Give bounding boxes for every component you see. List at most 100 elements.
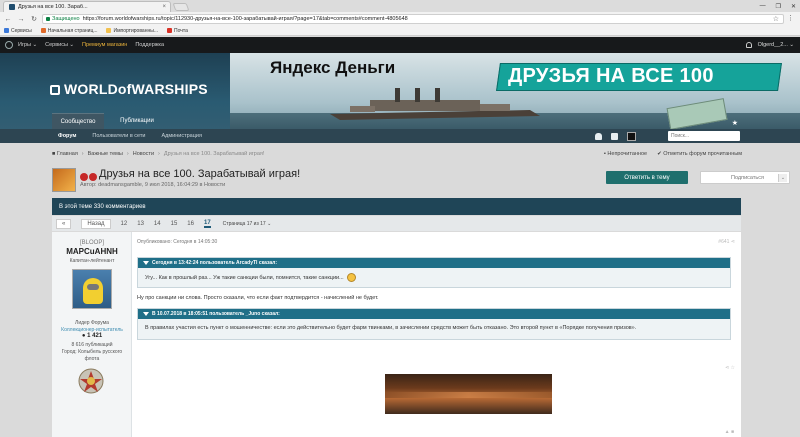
quote-header[interactable]: Сегодня в 13:42:24 пользователь ArcadyTI…: [138, 258, 730, 268]
follow-button[interactable]: Подписаться ⌄: [700, 171, 790, 184]
world-of-warships-logo[interactable]: WORLDofWARSHIPS: [50, 81, 208, 97]
url-input[interactable]: Защищено https://forum.worldofwarships.r…: [42, 14, 784, 24]
goggle-illustration: [87, 284, 99, 290]
post-share-link[interactable]: #641 ⋖: [718, 239, 735, 245]
topic-author-avatar[interactable]: [52, 168, 76, 192]
nav-administration[interactable]: Администрация: [162, 133, 202, 139]
bookmark-imported[interactable]: Импортированны...: [106, 28, 158, 34]
bookmark-start-page[interactable]: Начальная страниц...: [40, 27, 98, 34]
post-content: Опубликовано: Сегодня в 14:05:30 #641 ⋖ …: [137, 232, 737, 437]
minion-illustration: [83, 278, 103, 304]
page-link[interactable]: 15: [171, 221, 178, 227]
page-link[interactable]: 13: [137, 221, 144, 227]
new-tab-button[interactable]: [172, 3, 190, 11]
page-icon: [40, 28, 46, 33]
quote-text: В правилах участия есть пункт о мошеннич…: [138, 319, 730, 339]
forward-icon[interactable]: →: [16, 16, 26, 23]
apps-icon: [4, 28, 9, 33]
first-page-button[interactable]: «: [56, 218, 72, 229]
bookmark-services[interactable]: Сервисы: [4, 28, 32, 34]
unread-label: Непрочитанное: [607, 151, 648, 157]
page-link[interactable]: 14: [154, 221, 161, 227]
bookmarks-bar: Сервисы Начальная страниц... Импортирова…: [0, 26, 800, 36]
comments-count-bar: В этой теме 330 комментариев: [52, 198, 741, 215]
chevron-down-icon[interactable]: ⌄: [778, 174, 787, 182]
user-area: Olgerd__2... ⌄: [745, 37, 794, 53]
bell-icon[interactable]: [745, 42, 752, 48]
topic-header: Друзья на все 100. Зарабатывай играя! Ав…: [52, 166, 790, 194]
tab-publications[interactable]: Публикации: [104, 113, 170, 129]
reload-icon[interactable]: ↻: [29, 15, 39, 23]
minimize-icon[interactable]: —: [760, 3, 766, 9]
browser-menu-icon[interactable]: ⋮: [787, 14, 794, 22]
bookmark-label: Сервисы: [11, 27, 32, 34]
messages-icon[interactable]: [611, 133, 618, 140]
bookmark-label: Импортированны...: [113, 27, 158, 34]
address-bar: ← → ↻ Защищено https://forum.worldofwars…: [0, 12, 800, 26]
page-link-current[interactable]: 17: [203, 220, 211, 228]
user-menu[interactable]: Olgerd__2... ⌄: [758, 42, 794, 48]
wargaming-logo-icon[interactable]: [5, 41, 13, 49]
menu-premium-shop[interactable]: Премиум магазин: [82, 42, 127, 48]
yandex-money-logo: Яндекс Деньги: [270, 58, 396, 77]
page-link[interactable]: 16: [187, 221, 194, 227]
quote-body: В правилах участия есть пункт о мошеннич…: [145, 325, 637, 331]
page-select[interactable]: Страница 17 из 17 ⌄: [223, 221, 272, 227]
user-avatar[interactable]: [627, 132, 636, 141]
breadcrumb-separator: ›: [158, 151, 160, 157]
slogan-text: ДРУЗЬЯ НА ВСЕ 100: [508, 65, 714, 87]
back-icon[interactable]: ←: [3, 16, 13, 23]
secure-indicator[interactable]: Защищено: [46, 16, 80, 22]
author-group: Лидер Форума: [75, 320, 109, 326]
site-topbar: Игры ⌄ Сервисы ⌄ Премиум магазин Поддерж…: [0, 37, 800, 53]
quote-body: Угу... Как в прошлый раз... Уж такие сан…: [145, 274, 344, 281]
notifications-icon[interactable]: [595, 133, 602, 140]
mark-read-link[interactable]: ✔ Отметить форум прочитанным: [657, 151, 742, 157]
search-input[interactable]: Поиск...: [668, 131, 740, 141]
post-share-icon[interactable]: ⋖ ☆: [725, 365, 735, 371]
star-icon[interactable]: ★: [732, 119, 738, 127]
window-controls: — ❐ ✕: [760, 0, 796, 12]
star-icon[interactable]: ☆: [773, 15, 779, 23]
nav-online-users[interactable]: Пользователи в сети: [92, 133, 145, 139]
reply-button[interactable]: Ответить в тему: [606, 171, 688, 184]
secure-label: Защищено: [52, 16, 80, 22]
author-city: Город: Колыбель русского флота: [61, 349, 123, 362]
hot-badge-icon: [80, 173, 88, 181]
author-clan[interactable]: [BLOOP]: [52, 240, 132, 246]
author-name[interactable]: MAPCuAHNH: [52, 247, 132, 256]
breadcrumb: ■ Главная › Важные темы › Новости › Друз…: [52, 149, 264, 159]
menu-games[interactable]: Игры ⌄: [18, 42, 37, 48]
prev-page-button[interactable]: Назад: [81, 218, 111, 229]
page-link[interactable]: 12: [121, 221, 128, 227]
url-text: https://forum.worldofwarships.ru/topic/1…: [82, 16, 408, 22]
section-tabs: Сообщество Публикации ★: [0, 113, 800, 129]
mark-read-label: Отметить форум прочитанным: [663, 151, 742, 157]
breadcrumb-home[interactable]: Главная: [57, 151, 78, 157]
nav-forum[interactable]: Форум: [58, 133, 76, 139]
quote-arrow-icon: [143, 312, 149, 316]
mars-landscape-image[interactable]: [385, 374, 552, 414]
post-timestamp: Опубликовано: Сегодня в 14:05:30: [137, 239, 218, 245]
gmail-icon: [166, 28, 172, 33]
breadcrumb-news[interactable]: Новости: [133, 151, 154, 157]
menu-support[interactable]: Поддержка: [135, 42, 164, 48]
close-icon[interactable]: ×: [162, 4, 166, 10]
forum-post: [BLOOP] MAPCuAHNH Капитан-лейтенант Лиде…: [52, 232, 741, 437]
breadcrumb-important[interactable]: Важные темы: [88, 151, 123, 157]
bookmark-mail[interactable]: Почта: [166, 27, 188, 34]
bookmark-label: Почта: [173, 27, 188, 34]
menu-services[interactable]: Сервисы ⌄: [45, 42, 74, 48]
lock-icon: [46, 17, 50, 21]
quote-header[interactable]: В 10.07.2018 в 18:05:51 пользователь _Ju…: [138, 309, 730, 319]
scroll-top-icon[interactable]: ▲ ■: [725, 429, 734, 435]
maximize-icon[interactable]: ❐: [776, 3, 781, 10]
avatar[interactable]: [72, 269, 112, 309]
bookmark-label: Начальная страниц...: [47, 27, 98, 34]
quote-citation: В 10.07.2018 в 18:05:51 пользователь _Ju…: [152, 311, 280, 317]
tab-community[interactable]: Сообщество: [52, 113, 104, 129]
breadcrumb-current: Друзья на все 100. Зарабатывай играя!: [163, 151, 265, 157]
unread-link[interactable]: ▪ Непрочитанное: [604, 151, 647, 157]
window-close-icon[interactable]: ✕: [791, 3, 796, 10]
browser-tab[interactable]: Друзья на все 100. Зараб... ×: [3, 1, 171, 12]
